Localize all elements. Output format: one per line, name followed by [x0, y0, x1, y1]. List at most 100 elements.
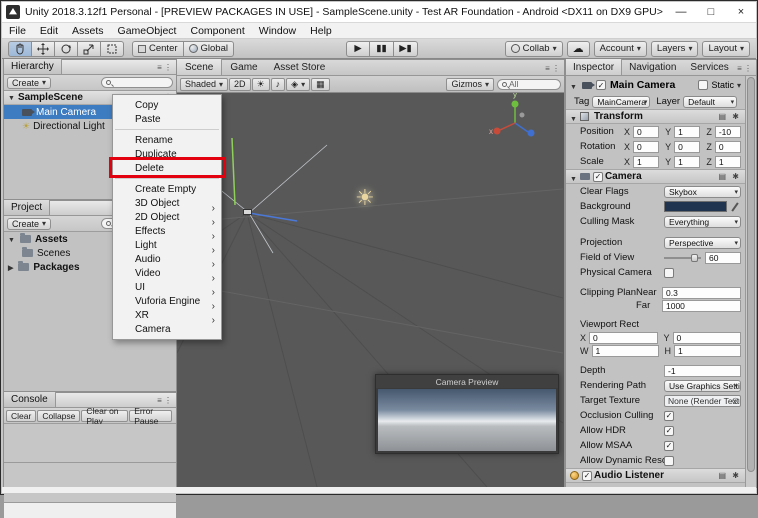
- project-tab[interactable]: Project: [4, 200, 51, 215]
- maximize-button[interactable]: [696, 3, 726, 22]
- hierarchy-tab[interactable]: Hierarchy: [4, 59, 62, 74]
- menu-item-copy[interactable]: Copy: [113, 98, 221, 112]
- scene-audio-toggle[interactable]: ♪: [270, 77, 286, 91]
- pivot-center-button[interactable]: Center: [132, 40, 184, 57]
- fold-icon[interactable]: [570, 76, 580, 94]
- fold-icon[interactable]: [8, 92, 18, 103]
- layers-dropdown[interactable]: Layers: [650, 40, 699, 57]
- fold-icon[interactable]: [8, 262, 16, 273]
- menu-item-xr[interactable]: XR: [113, 308, 221, 322]
- rotate-tool-button[interactable]: [55, 40, 78, 57]
- menu-help[interactable]: Help: [303, 25, 339, 37]
- tab-asset-store[interactable]: Asset Store: [266, 59, 334, 75]
- camera-gizmo-icon[interactable]: [243, 209, 252, 215]
- shading-mode-dropdown[interactable]: Shaded: [180, 77, 229, 91]
- gizmo-visibility-toggle[interactable]: ▦: [311, 77, 330, 91]
- menu-assets[interactable]: Assets: [65, 25, 111, 37]
- static-checkbox[interactable]: [698, 80, 709, 90]
- occlusion-culling-checkbox[interactable]: [664, 410, 674, 421]
- static-dropdown[interactable]: Static: [711, 80, 741, 90]
- panel-menu-icon[interactable]: [737, 64, 756, 75]
- menu-item-camera[interactable]: Camera: [113, 322, 221, 336]
- gameobject-enabled-checkbox[interactable]: [595, 80, 606, 90]
- scene-lighting-toggle[interactable]: ☀: [251, 77, 270, 91]
- menu-item-3d-object[interactable]: 3D Object: [113, 196, 221, 210]
- scrollbar-thumb[interactable]: [747, 77, 755, 472]
- scale-y-field[interactable]: 1: [674, 155, 701, 168]
- target-texture-field[interactable]: None (Render Textur: [664, 394, 741, 407]
- allow-msaa-checkbox[interactable]: [664, 440, 674, 451]
- layer-dropdown[interactable]: Default: [683, 95, 738, 108]
- hierarchy-search-input[interactable]: [101, 77, 173, 88]
- play-button[interactable]: ▶: [346, 40, 370, 57]
- background-color-swatch[interactable]: [664, 201, 727, 212]
- menu-item-2d-object[interactable]: 2D Object: [113, 210, 221, 224]
- menu-edit[interactable]: Edit: [33, 25, 65, 37]
- sun-gizmo-icon[interactable]: ☀: [355, 185, 375, 211]
- viewport-y-field[interactable]: 0: [672, 331, 741, 344]
- allow-hdr-checkbox[interactable]: [664, 425, 674, 436]
- clear-flags-dropdown[interactable]: Skybox: [664, 185, 741, 198]
- menu-item-light[interactable]: Light: [113, 238, 221, 252]
- component-options-icons[interactable]: [719, 112, 741, 121]
- menu-item-vuforia-engine[interactable]: Vuforia Engine: [113, 294, 221, 308]
- tab-services[interactable]: Services: [683, 59, 735, 75]
- field-of-view-slider[interactable]: [664, 252, 701, 264]
- component-options-icons[interactable]: [719, 172, 741, 181]
- menu-item-delete[interactable]: Delete: [113, 161, 221, 175]
- scale-z-field[interactable]: 1: [714, 155, 741, 168]
- slider-thumb[interactable]: [690, 253, 698, 262]
- menu-item-paste[interactable]: Paste: [113, 112, 221, 126]
- depth-field[interactable]: -1: [664, 364, 741, 377]
- allow-dynamic-resolution-checkbox[interactable]: [664, 455, 674, 466]
- menu-component[interactable]: Component: [183, 25, 251, 37]
- menu-item-effects[interactable]: Effects: [113, 224, 221, 238]
- menu-item-ui[interactable]: UI: [113, 280, 221, 294]
- camera-enabled-checkbox[interactable]: [592, 171, 603, 182]
- physical-camera-checkbox[interactable]: [664, 267, 674, 278]
- viewport-h-field[interactable]: 1: [674, 344, 741, 357]
- minimize-button[interactable]: [666, 3, 696, 22]
- project-create-button[interactable]: Create: [7, 217, 52, 230]
- tag-dropdown[interactable]: MainCamera: [592, 95, 651, 108]
- position-z-field[interactable]: -10: [714, 125, 741, 138]
- tab-game[interactable]: Game: [222, 59, 265, 75]
- menu-item-duplicate[interactable]: Duplicate: [113, 147, 221, 161]
- pause-button[interactable]: ▮▮: [370, 40, 394, 57]
- position-x-field[interactable]: 0: [633, 125, 660, 138]
- inspector-scrollbar[interactable]: [745, 76, 756, 487]
- eyedropper-icon[interactable]: [731, 202, 739, 212]
- hierarchy-create-button[interactable]: Create: [7, 76, 52, 89]
- rotation-x-field[interactable]: 0: [633, 140, 660, 153]
- collab-dropdown[interactable]: Collab: [504, 40, 563, 57]
- menu-gameobject[interactable]: GameObject: [111, 25, 184, 37]
- panel-menu-icon[interactable]: [545, 64, 564, 75]
- tab-scene[interactable]: Scene: [177, 59, 223, 75]
- gameobject-name[interactable]: Main Camera: [610, 79, 675, 91]
- clipping-far-field[interactable]: 1000: [662, 299, 741, 312]
- console-clear-button[interactable]: Clear: [6, 409, 37, 422]
- tab-inspector[interactable]: Inspector: [566, 59, 623, 75]
- scale-x-field[interactable]: 1: [633, 155, 660, 168]
- layout-dropdown[interactable]: Layout: [702, 40, 750, 57]
- scene-effects-dropdown[interactable]: ◈: [286, 77, 311, 91]
- hand-tool-button[interactable]: [8, 40, 32, 57]
- fold-icon[interactable]: [8, 234, 18, 245]
- menu-item-video[interactable]: Video: [113, 266, 221, 280]
- step-button[interactable]: ▶▮: [394, 40, 418, 57]
- rotation-z-field[interactable]: 0: [714, 140, 741, 153]
- pivot-global-button[interactable]: Global: [183, 40, 234, 57]
- tab-navigation[interactable]: Navigation: [622, 59, 683, 75]
- console-clear-on-play-button[interactable]: Clear on Play: [81, 406, 129, 426]
- fold-icon[interactable]: [570, 108, 580, 126]
- console-error-pause-button[interactable]: Error Pause: [129, 406, 172, 426]
- camera-component-header[interactable]: Camera: [566, 169, 745, 184]
- transform-component-header[interactable]: Transform: [566, 109, 745, 124]
- console-splitter[interactable]: [4, 462, 176, 463]
- cloud-button[interactable]: [566, 40, 590, 57]
- fold-icon[interactable]: [570, 168, 580, 186]
- menu-item-audio[interactable]: Audio: [113, 252, 221, 266]
- scene-search-input[interactable]: All: [497, 78, 561, 90]
- close-button[interactable]: [726, 3, 756, 22]
- position-y-field[interactable]: 1: [674, 125, 701, 138]
